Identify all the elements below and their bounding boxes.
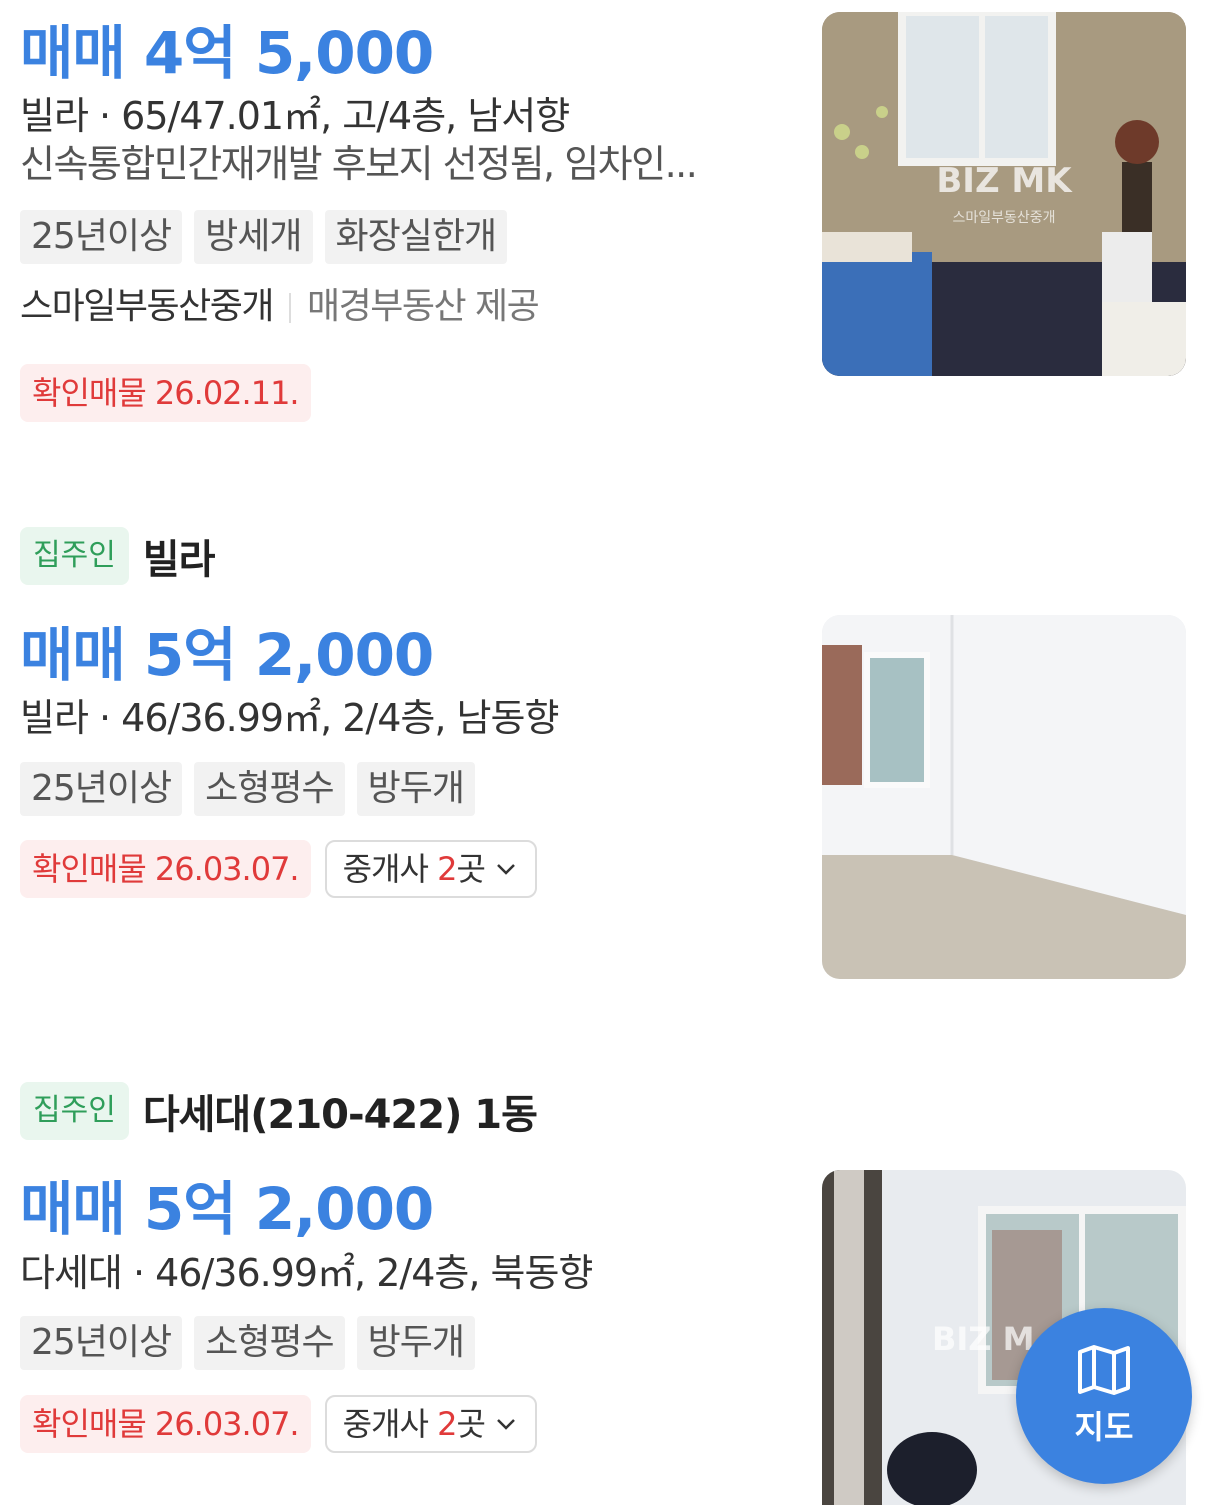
tag-list: 25년이상 소형평수 방두개 xyxy=(20,1316,476,1370)
tag: 25년이상 xyxy=(20,1316,183,1370)
tag: 25년이상 xyxy=(20,762,183,816)
listing-spec: 빌라 · 46/36.99㎡, 2/4층, 남동향 xyxy=(20,696,559,740)
verified-badge: 확인매물 26.02.11. xyxy=(20,364,311,422)
listing-title: 빌라 xyxy=(142,537,216,583)
owner-badge: 집주인 xyxy=(20,527,129,585)
map-icon xyxy=(1078,1345,1130,1395)
tag: 25년이상 xyxy=(20,210,183,264)
listing-price: 매매 5억 2,000 xyxy=(20,1175,434,1243)
divider xyxy=(288,293,291,323)
watermark-text: BIZ MK xyxy=(936,161,1073,201)
tag: 방두개 xyxy=(356,762,476,816)
listing-price: 매매 4억 5,000 xyxy=(20,19,434,87)
listing-photo[interactable] xyxy=(822,615,1186,979)
watermark-subtext: 스마일부동산중개 xyxy=(952,210,1055,226)
provider-name: 매경부동산 제공 xyxy=(306,286,540,327)
listing-photo[interactable]: BIZ MK 스마일부동산중개 xyxy=(822,12,1186,376)
verified-badge: 확인매물 26.03.07. xyxy=(20,840,311,898)
chevron-down-icon xyxy=(497,864,515,875)
owner-badge: 집주인 xyxy=(20,1082,129,1140)
agency-name: 스마일부동산중개 xyxy=(20,286,274,327)
broker-dropdown-button[interactable]: 중개사 2곳 xyxy=(324,840,537,898)
tag-list: 25년이상 방세개 화장실한개 xyxy=(20,210,508,264)
broker-label: 중개사 2곳 xyxy=(342,1405,486,1443)
watermark-text: BIZ M xyxy=(932,1320,1034,1358)
listing-spec: 빌라 · 65/47.01㎡, 고/4층, 남서향 xyxy=(20,94,570,138)
listing-title: 다세대(210-422) 1동 xyxy=(142,1092,538,1138)
map-button[interactable]: 지도 xyxy=(1016,1308,1192,1484)
chevron-down-icon xyxy=(497,1419,515,1430)
listing-description: 신속통합민간재개발 후보지 선정됨, 임차인... xyxy=(20,142,698,186)
tag: 화장실한개 xyxy=(324,210,508,264)
broker-label: 중개사 2곳 xyxy=(342,850,486,888)
tag: 소형평수 xyxy=(194,762,345,816)
tag: 방세개 xyxy=(194,210,313,264)
listing-spec: 다세대 · 46/36.99㎡, 2/4층, 북동향 xyxy=(20,1251,593,1295)
room-photo-2 xyxy=(822,615,1186,979)
tag-list: 25년이상 소형평수 방두개 xyxy=(20,762,476,816)
verified-badge: 확인매물 26.03.07. xyxy=(20,1395,311,1453)
tag: 방두개 xyxy=(356,1316,476,1370)
map-button-label: 지도 xyxy=(1074,1408,1134,1446)
tag: 소형평수 xyxy=(194,1316,345,1370)
listing-price: 매매 5억 2,000 xyxy=(20,621,434,689)
room-photo-1: BIZ MK 스마일부동산중개 xyxy=(822,12,1186,376)
broker-dropdown-button[interactable]: 중개사 2곳 xyxy=(324,1395,537,1453)
agency-info: 스마일부동산중개 매경부동산 제공 xyxy=(20,284,540,330)
